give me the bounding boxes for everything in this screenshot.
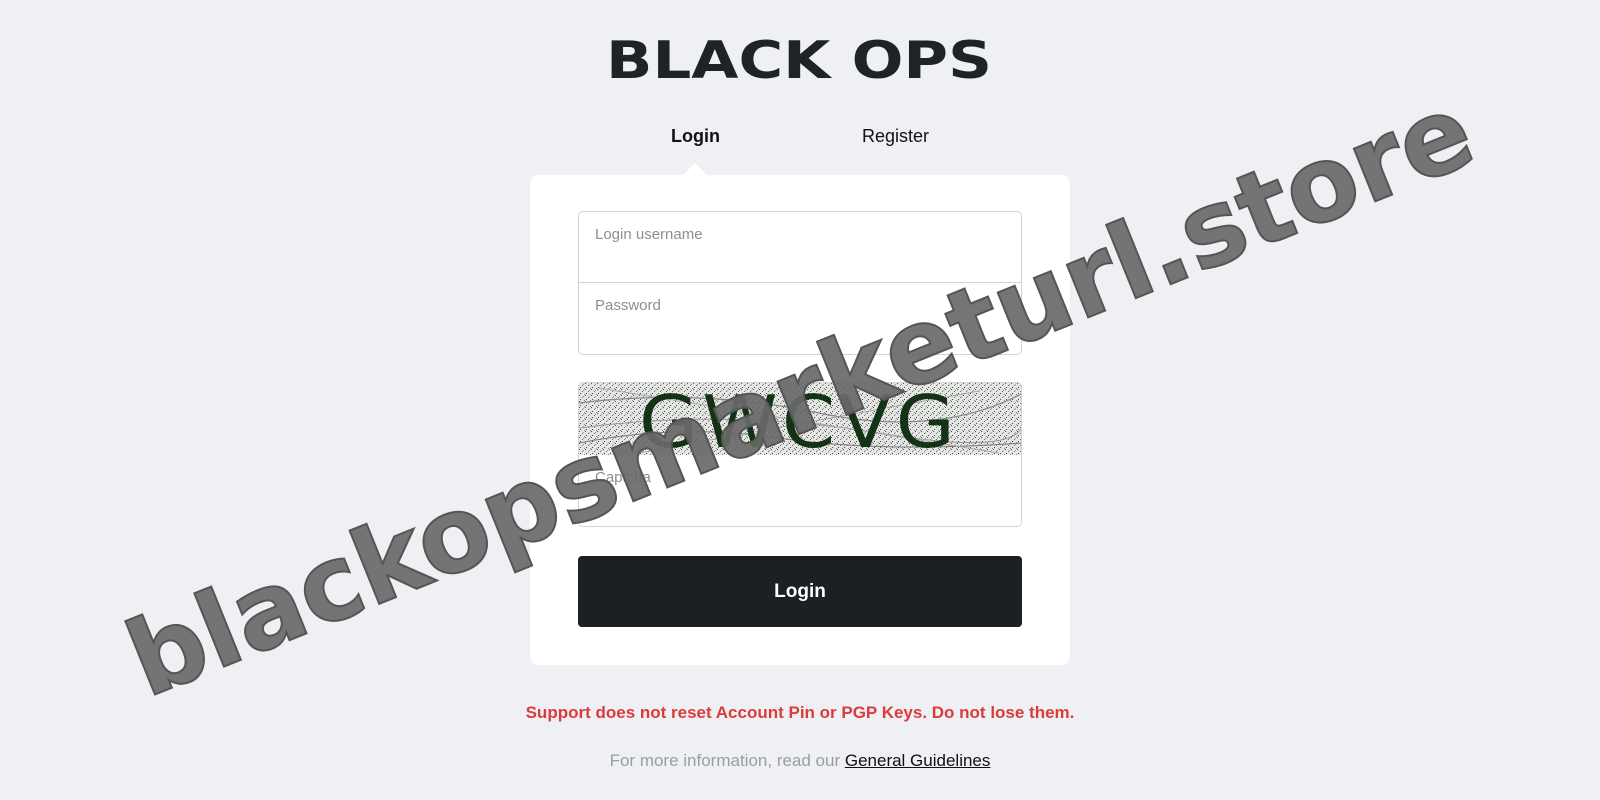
auth-tabs: Login Register: [0, 126, 1600, 156]
password-input[interactable]: [579, 283, 1021, 354]
active-tab-indicator: [683, 163, 707, 175]
login-button[interactable]: Login: [578, 556, 1022, 627]
logo-text: BLACK OPS: [606, 34, 992, 82]
info-prefix: For more information, read our: [609, 751, 845, 770]
credentials-group: Login username Password: [578, 211, 1022, 355]
captcha-group: GWCVG Captcha: [578, 382, 1022, 527]
captcha-text: GWCVG: [639, 383, 959, 455]
password-field: Password: [579, 283, 1021, 354]
logo: BLACK OPS: [606, 34, 992, 82]
general-guidelines-link[interactable]: General Guidelines: [845, 751, 991, 770]
captcha-image: GWCVG: [579, 383, 1021, 455]
login-card: Login username Password GWCVG Captcha Lo…: [530, 175, 1070, 665]
captcha-field: Captcha: [579, 455, 1021, 526]
info-line: For more information, read our General G…: [0, 751, 1600, 771]
captcha-input[interactable]: [579, 455, 1021, 526]
tab-register[interactable]: Register: [862, 126, 929, 147]
username-input[interactable]: [579, 212, 1021, 282]
warning-message: Support does not reset Account Pin or PG…: [525, 703, 1075, 722]
tab-login[interactable]: Login: [671, 126, 720, 147]
username-field: Login username: [579, 212, 1021, 283]
logo-mark: BLACK OPS: [606, 34, 992, 82]
